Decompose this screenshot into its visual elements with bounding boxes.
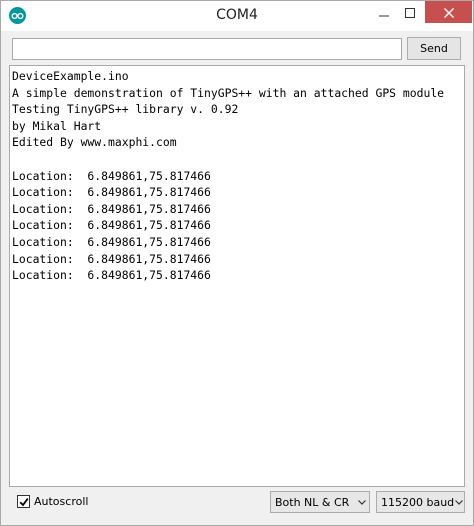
send-input[interactable] <box>12 38 402 60</box>
bottom-bar: Autoscroll Both NL & CR 115200 baud <box>1 489 473 525</box>
maximize-button[interactable] <box>397 1 423 23</box>
serial-output[interactable]: DeviceExample.ino A simple demonstration… <box>9 65 465 487</box>
output-line: DeviceExample.ino <box>12 69 129 83</box>
output-line: Location: 6.849861,75.817466 <box>12 168 211 183</box>
send-button[interactable]: Send <box>407 37 461 60</box>
arduino-infinity-icon <box>9 7 26 24</box>
chevron-down-icon <box>454 499 464 505</box>
minimize-button[interactable] <box>371 1 397 23</box>
close-icon <box>443 3 454 22</box>
output-line: A simple demonstration of TinyGPS++ with… <box>12 85 445 100</box>
output-line: Testing TinyGPS++ library v. 0.92 <box>12 102 239 117</box>
autoscroll-toggle[interactable]: Autoscroll <box>17 495 88 508</box>
line-ending-select[interactable]: Both NL & CR <box>270 491 370 513</box>
baud-rate-value: 115200 baud <box>381 495 455 509</box>
minimize-icon <box>379 3 389 22</box>
line-ending-value: Both NL & CR <box>275 495 350 509</box>
output-line: Location: 6.849861,75.817466 <box>12 185 211 200</box>
maximize-icon <box>405 3 415 22</box>
output-line: Location: 6.849861,75.817466 <box>12 251 211 266</box>
output-line: Location: 6.849861,75.817466 <box>12 201 211 216</box>
serial-monitor-window: COM4 Send DeviceExample.ino A simple dem… <box>0 0 474 526</box>
output-line: Location: 6.849861,75.817466 <box>12 234 211 249</box>
autoscroll-label: Autoscroll <box>34 495 89 508</box>
baud-rate-select[interactable]: 115200 baud <box>376 491 465 513</box>
checkmark-icon <box>19 492 29 511</box>
chevron-down-icon <box>355 499 369 505</box>
output-line: Edited By www.maxphi.com <box>12 135 177 150</box>
output-line: Location: 6.849861,75.817466 <box>12 268 211 283</box>
output-line: by Mikal Hart <box>12 118 102 133</box>
close-button[interactable] <box>425 1 472 23</box>
output-line: Location: 6.849861,75.817466 <box>12 218 211 233</box>
title-bar[interactable]: COM4 <box>1 1 473 31</box>
autoscroll-checkbox[interactable] <box>17 495 30 508</box>
